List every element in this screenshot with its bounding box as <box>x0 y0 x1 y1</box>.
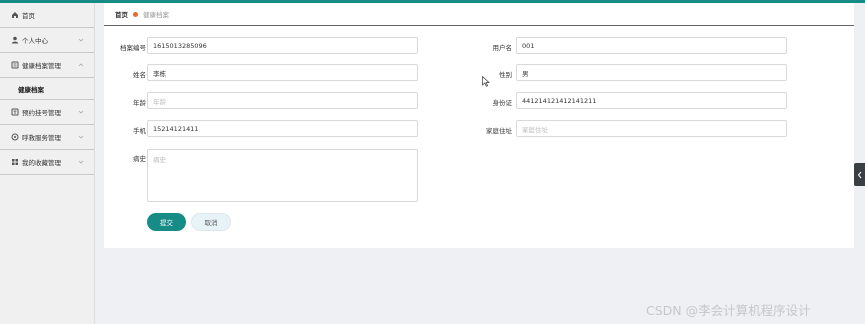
watermark-text: CSDN @李会计算机程序设计 <box>646 303 811 318</box>
sidebar-item-label: 我的收藏管理 <box>22 159 61 167</box>
sidebar-item-label: 预约挂号管理 <box>22 109 61 117</box>
sidebar-item-label: 首页 <box>22 12 35 20</box>
breadcrumb: 首页 健康档案 <box>104 3 854 26</box>
chevron-left-icon <box>857 171 861 178</box>
chevron-down-icon <box>78 135 84 139</box>
archive-no-label: 档案编号 <box>120 44 146 52</box>
sidebar-item-favorites[interactable]: 我的收藏管理 <box>0 150 94 175</box>
id-card-input[interactable]: 441214121412141211 <box>516 92 787 109</box>
sidebar-item-label: 呼救服务管理 <box>22 134 61 142</box>
sidebar-subitem-health-archive[interactable]: 健康档案 <box>0 78 94 100</box>
age-label: 年龄 <box>133 99 146 107</box>
mouse-cursor-icon <box>482 76 490 87</box>
chevron-down-icon <box>78 110 84 114</box>
name-input[interactable]: 李栋 <box>147 64 418 81</box>
sidebar-item-health-archive[interactable]: 健康档案管理 <box>0 53 94 78</box>
sidebar: 首页 个人中心 健康档案管理 健康档案 预约挂号管理 呼救服务管理 我的收藏管理 <box>0 3 95 324</box>
main-panel: 首页 健康档案 档案编号 1615013285096 用户名 001 姓名 李栋… <box>104 3 854 248</box>
phone-input[interactable]: 15214121411 <box>147 120 418 137</box>
breadcrumb-separator-dot <box>133 11 138 17</box>
address-label: 家庭住址 <box>486 127 512 135</box>
history-label: 病史 <box>133 155 146 163</box>
submit-button[interactable]: 提交 <box>147 213 186 231</box>
gender-label: 性别 <box>499 71 512 79</box>
grid-icon <box>10 158 19 167</box>
address-input[interactable]: 家庭住址 <box>516 120 787 137</box>
chevron-up-icon <box>78 63 84 67</box>
archive-no-input[interactable]: 1615013285096 <box>147 37 418 54</box>
username-input[interactable]: 001 <box>516 37 787 54</box>
history-textarea[interactable]: 病史 <box>147 149 418 202</box>
home-icon <box>10 11 19 20</box>
sidebar-item-rescue-service[interactable]: 呼救服务管理 <box>0 125 94 150</box>
user-icon <box>10 36 19 45</box>
sidebar-item-home[interactable]: 首页 <box>0 3 94 28</box>
archive-icon <box>10 61 19 70</box>
appointment-icon <box>10 108 19 117</box>
breadcrumb-current: 健康档案 <box>143 11 169 19</box>
sidebar-item-appointment[interactable]: 预约挂号管理 <box>0 100 94 125</box>
phone-label: 手机 <box>133 127 146 135</box>
sidebar-item-personal-center[interactable]: 个人中心 <box>0 28 94 53</box>
chevron-down-icon <box>78 160 84 164</box>
chevron-down-icon <box>78 38 84 42</box>
id-card-label: 身份证 <box>492 99 513 107</box>
age-input[interactable]: 年龄 <box>147 92 418 109</box>
cancel-button[interactable]: 取消 <box>191 213 231 231</box>
breadcrumb-home[interactable]: 首页 <box>115 9 128 19</box>
rescue-icon <box>10 133 19 142</box>
collapse-panel-tab[interactable] <box>854 163 865 186</box>
gender-input[interactable]: 男 <box>516 64 787 81</box>
sidebar-item-label: 健康档案管理 <box>22 62 61 70</box>
name-label: 姓名 <box>133 71 146 79</box>
sidebar-item-label: 个人中心 <box>22 37 48 45</box>
username-label: 用户名 <box>492 44 513 52</box>
